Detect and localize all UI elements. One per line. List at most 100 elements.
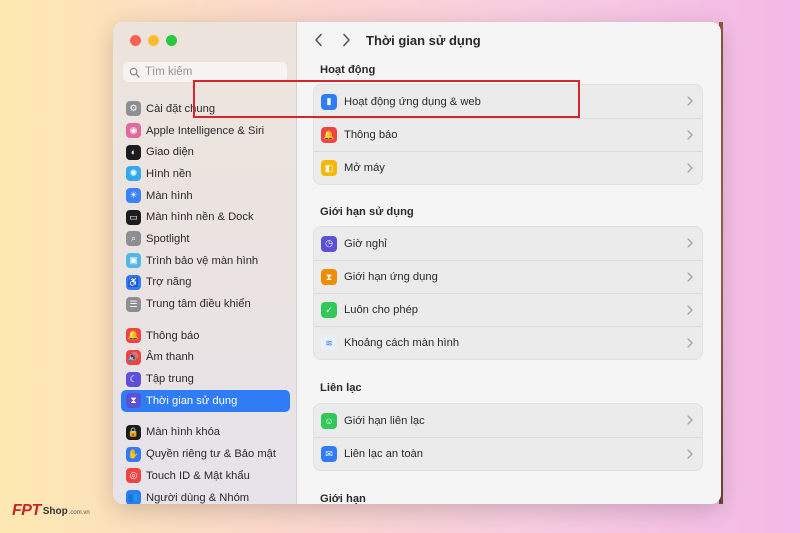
settings-row-label: Hoạt động ứng dụng & web [344, 95, 481, 108]
sidebar-group: 🔔 Thông báo 🔊 Âm thanh ☾ Tập trung ⧗ Thời gian … [121, 325, 290, 412]
sidebar-item-label: Quyền riêng tư & Bảo mật [146, 448, 276, 461]
chevron-right-icon [687, 305, 693, 315]
chevron-right-icon [687, 415, 693, 425]
sidebar-item-display[interactable]: ☀ Màn hình [121, 185, 290, 207]
back-button[interactable] [310, 32, 326, 48]
settings-row-label: Thông báo [344, 129, 398, 141]
users-icon: 👥 [126, 490, 141, 504]
sidebar: ⚙ Cài đặt chung ◉ Apple Intelligence & Siri… [113, 22, 297, 504]
settings-row-app-activity[interactable]: ▮ Hoạt động ứng dụng & web [314, 85, 702, 118]
section-heading: Liên lạc [320, 382, 362, 394]
page-title: Thời gian sử dụng [366, 32, 481, 48]
sidebar-group: 🔒 Màn hình khóa ✋ Quyền riêng tư & Bảo mật ◎… [121, 422, 290, 504]
fptshop-logo: FPT Shop .com.vn [12, 502, 90, 520]
appearance-icon: ◐ [126, 144, 141, 160]
minimize-window-button[interactable] [148, 35, 159, 46]
app-activity-icon: ▮ [321, 93, 337, 110]
section-heading: Giới hạn sử dụng [320, 206, 414, 218]
settings-row-notification[interactable]: 🔔 Thông báo [314, 118, 702, 151]
sidebar-item-lock-screen[interactable]: 🔒 Màn hình khóa [121, 422, 290, 444]
sidebar-item-label: Giao diện [146, 146, 194, 159]
display-icon: ☀ [126, 188, 141, 204]
sidebar-item-dock[interactable]: ▭ Màn hình nền & Dock [121, 206, 290, 228]
chevron-right-icon [342, 33, 350, 47]
sidebar-item-label: Thông báo [146, 329, 200, 342]
chevron-right-icon [687, 449, 693, 459]
settings-row-label: Liên lạc an toàn [344, 448, 423, 460]
hourglass-icon: ⧗ [126, 393, 141, 409]
sidebar-item-accessibility[interactable]: ♿ Trợ năng [121, 272, 290, 294]
logo-domain: .com.vn [68, 510, 90, 516]
sidebar-item-label: Trung tâm điều khiển [146, 298, 251, 311]
toolbar: Thời gian sử dụng [297, 22, 721, 58]
zoom-window-button[interactable] [166, 35, 177, 46]
screen-distance-icon: ≋ [321, 335, 337, 351]
dock-icon: ▭ [126, 209, 141, 225]
settings-row-label: Giới hạn liên lạc [344, 414, 425, 427]
hourglass-icon: ⧗ [321, 269, 337, 285]
settings-row-communication-safety[interactable]: ✉ Liên lạc an toàn [314, 437, 702, 470]
sidebar-item-label: Trợ năng [146, 276, 192, 289]
sidebar-item-label: Thời gian sử dụng [146, 394, 238, 407]
sidebar-item-fingerprint[interactable]: ◎ Touch ID & Mật khẩu [121, 465, 290, 487]
settings-row-label: Giờ nghỉ [344, 237, 387, 250]
sidebar-item-siri[interactable]: ◉ Apple Intelligence & Siri [121, 120, 290, 142]
settings-row-screen-distance[interactable]: ≋ Khoảng cách màn hình [314, 326, 702, 359]
chevron-right-icon [687, 96, 693, 106]
communication-safety-icon: ✉ [321, 446, 337, 462]
sidebar-item-screensaver[interactable]: ▣ Trình bảo vệ màn hình [121, 250, 290, 272]
control-center-icon: ☰ [126, 296, 141, 312]
privacy-hand-icon: ✋ [126, 446, 141, 462]
sidebar-item-label: Người dùng & Nhóm [146, 491, 250, 504]
sidebar-group: ⚙ Cài đặt chung ◉ Apple Intelligence & Siri… [121, 98, 290, 315]
sidebar-item-hourglass[interactable]: ⧗ Thời gian sử dụng [121, 389, 290, 412]
chevron-left-icon [314, 33, 322, 47]
settings-row-downtime[interactable]: ◷ Giờ nghỉ [314, 227, 702, 260]
sidebar-item-label: Tập trung [146, 373, 194, 386]
chevron-right-icon [687, 272, 693, 282]
forward-button[interactable] [338, 32, 354, 48]
search-box[interactable] [122, 61, 288, 83]
settings-row-label: Luôn cho phép [344, 304, 419, 316]
settings-row-communication-limits[interactable]: ☺ Giới hạn liên lạc [314, 404, 702, 437]
notification-icon: 🔔 [126, 328, 141, 344]
sidebar-item-wallpaper[interactable]: ✺ Hình nền [121, 163, 290, 185]
sidebar-item-label: Màn hình khóa [146, 426, 221, 439]
sidebar-item-label: Spotlight [146, 232, 190, 245]
gear-icon: ⚙ [126, 101, 141, 117]
focus-icon: ☾ [126, 371, 141, 387]
window-controls [130, 35, 177, 46]
settings-row-hourglass[interactable]: ⧗ Giới hạn ứng dụng [314, 260, 702, 293]
main-pane: Thời gian sử dụng Hoạt động ▮ Hoạt động ứn… [297, 22, 721, 504]
settings-row-always-allowed[interactable]: ✓ Luôn cho phép [314, 293, 702, 326]
chevron-right-icon [687, 338, 693, 348]
sidebar-item-label: Trình bảo vệ màn hình [146, 254, 259, 267]
sidebar-item-gear[interactable]: ⚙ Cài đặt chung [121, 98, 290, 120]
sidebar-item-label: Apple Intelligence & Siri [146, 124, 265, 137]
sidebar-item-users[interactable]: 👥 Người dùng & Nhóm [121, 487, 290, 504]
spotlight-icon: ⌕ [126, 231, 141, 247]
settings-row-pickups[interactable]: ◧ Mở máy [314, 151, 702, 184]
settings-row-label: Mở máy [344, 162, 385, 174]
sidebar-item-notification[interactable]: 🔔 Thông báo [121, 325, 290, 347]
sidebar-item-control-center[interactable]: ☰ Trung tâm điều khiển [121, 293, 290, 315]
sidebar-item-focus[interactable]: ☾ Tập trung [121, 368, 290, 390]
chevron-right-icon [687, 238, 693, 248]
close-window-button[interactable] [130, 35, 141, 46]
accessibility-icon: ♿ [126, 274, 141, 290]
sidebar-item-label: Cài đặt chung [146, 102, 216, 115]
sidebar-item-label: Hình nền [146, 167, 192, 180]
settings-card: ◷ Giờ nghỉ ⧗ Giới hạn ứng dụng ✓ Luôn cho phé… [313, 226, 703, 360]
search-input[interactable] [145, 66, 275, 78]
communication-limits-icon: ☺ [321, 412, 337, 429]
notification-icon: 🔔 [321, 127, 337, 143]
sidebar-item-appearance[interactable]: ◐ Giao diện [121, 141, 290, 163]
sidebar-item-sound[interactable]: 🔊 Âm thanh [121, 347, 290, 369]
logo-shop: Shop [42, 505, 68, 517]
lock-screen-icon: 🔒 [126, 424, 141, 440]
sidebar-item-label: Touch ID & Mật khẩu [146, 469, 250, 482]
screensaver-icon: ▣ [126, 253, 141, 269]
sidebar-item-privacy-hand[interactable]: ✋ Quyền riêng tư & Bảo mật [121, 443, 290, 465]
always-allowed-icon: ✓ [321, 302, 337, 318]
sidebar-item-spotlight[interactable]: ⌕ Spotlight [121, 228, 290, 250]
